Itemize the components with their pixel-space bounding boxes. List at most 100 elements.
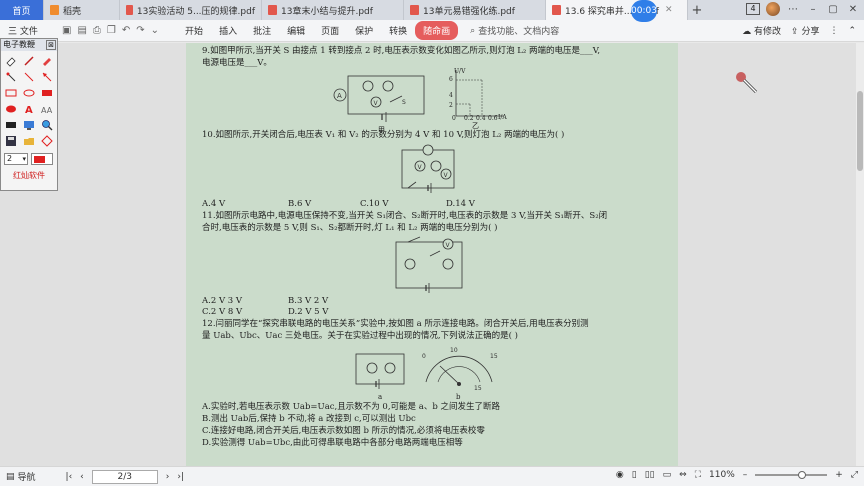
navigation-button[interactable]: ▤ 导航 xyxy=(6,470,36,484)
screen-icon[interactable] xyxy=(20,117,38,133)
line-icon[interactable] xyxy=(20,69,38,85)
save-icon[interactable]: ▤ xyxy=(77,25,86,36)
svg-text:A: A xyxy=(337,92,342,100)
tab-pdf-active[interactable]: 13.6 探究串并...压.pdf ✕ xyxy=(546,0,688,20)
blackboard-icon[interactable] xyxy=(2,117,20,133)
zoom-out-icon[interactable]: – xyxy=(743,470,748,480)
fullscreen-icon[interactable]: ⛶ xyxy=(695,470,701,480)
q11-circuit: V xyxy=(395,236,463,293)
print-icon[interactable]: ⎙ xyxy=(93,25,101,36)
has-changes-button[interactable]: ☁ 有修改 xyxy=(742,24,781,37)
menu-draw[interactable]: 随命画 xyxy=(415,21,459,40)
tab-pdf-3[interactable]: 13单元易错强化练.pdf xyxy=(404,0,546,20)
continuous-icon[interactable]: ▭ xyxy=(663,470,672,480)
zoom-level[interactable]: 110% xyxy=(709,470,735,480)
q12-line1: 12.闫丽同学在“探究串联电路的电压关系”实验中,按如图 a 所示连接电路。闭合… xyxy=(202,319,589,329)
zoom-slider-knob[interactable] xyxy=(798,471,807,479)
new-tab-button[interactable]: + xyxy=(688,0,706,20)
open-folder-icon[interactable] xyxy=(20,133,38,149)
status-bar: ▤ 导航 |‹ ‹ 2/3 › ›| ◉ ▯ ▯▯ ▭ ⇔ ⛶ 110% – +… xyxy=(0,466,864,486)
vertical-scrollbar[interactable] xyxy=(856,43,864,466)
tab-bar: 首页 稻壳 13实验活动 5...压的规律.pdf 13章末小结与提升.pdf … xyxy=(0,0,864,20)
pen-icon[interactable] xyxy=(20,53,38,69)
avatar[interactable] xyxy=(766,2,780,16)
close-window-icon[interactable]: ✕ xyxy=(846,4,860,15)
two-page-icon[interactable]: ▯▯ xyxy=(645,470,655,480)
share-button[interactable]: ⇪ 分享 xyxy=(791,24,819,37)
menu-protect[interactable]: 保护 xyxy=(347,21,381,40)
redo-icon[interactable]: ↷ xyxy=(136,25,144,36)
eye-icon[interactable]: ◉ xyxy=(616,470,624,480)
panel-title: 电子教鞭 xyxy=(3,40,35,49)
search-box[interactable]: ⌕ 查找功能、文档内容 xyxy=(470,24,559,38)
menu-annotate[interactable]: 批注 xyxy=(245,21,279,40)
menu-page[interactable]: 页面 xyxy=(313,21,347,40)
magnifier-icon[interactable] xyxy=(38,117,56,133)
q10-circuit: V V xyxy=(401,144,455,193)
filled-rectangle-icon[interactable] xyxy=(38,85,56,101)
rectangle-icon[interactable] xyxy=(2,85,20,101)
fit-width-icon[interactable]: ⇔ xyxy=(679,470,687,480)
q11-option-c: C.2 V 8 V xyxy=(202,307,243,317)
q12-line2: 量 Uab、Ubc、Uac 三处电压。关于在实验过程中出现的情况,下列说法正确的… xyxy=(202,331,518,341)
q12-option-b: B.测出 Uab后,保持 b 不动,将 a 改接到 c,可以测出 Ubc xyxy=(202,414,416,424)
menu-start[interactable]: 开始 xyxy=(177,21,211,40)
maximize-icon[interactable]: ▢ xyxy=(826,4,840,15)
menu-insert[interactable]: 插入 xyxy=(211,21,245,40)
first-page-icon[interactable]: |‹ xyxy=(66,472,73,482)
more-icon[interactable]: ⋮ xyxy=(829,26,838,36)
menu-dots-icon[interactable]: ⋯ xyxy=(786,4,800,15)
tab-docer[interactable]: 稻壳 xyxy=(44,0,120,20)
zoom-slider[interactable] xyxy=(755,471,828,479)
highlighter-icon[interactable] xyxy=(38,53,56,69)
pointer-tool-panel[interactable]: 电子教鞭 ⊠ A AA 2 红灿软件 xyxy=(0,38,58,191)
next-page-icon[interactable]: › xyxy=(166,472,170,482)
close-icon[interactable]: ✕ xyxy=(665,5,673,15)
prev-page-icon[interactable]: ‹ xyxy=(80,472,84,482)
q12-voltmeter-b: 0 15 10 15 xyxy=(422,347,498,392)
copy-icon[interactable]: ❐ xyxy=(107,25,116,36)
diamond-icon[interactable] xyxy=(38,133,56,149)
main-toolbar: ▣ ▤ ⎙ ❐ ↶ ↷ ⌄ 开始 插入 批注 编辑 页面 保护 转换 随命画 ⌕… xyxy=(0,20,864,42)
last-page-icon[interactable]: ›| xyxy=(177,472,184,482)
line-width-select[interactable]: 2 xyxy=(4,153,28,165)
page-number-input[interactable]: 2/3 xyxy=(91,469,158,484)
pointer-icon[interactable] xyxy=(2,69,20,85)
panel-brand: 红灿软件 xyxy=(13,171,45,180)
filled-ellipse-icon[interactable] xyxy=(2,101,20,117)
panel-titlebar[interactable]: 电子教鞭 ⊠ xyxy=(1,39,57,51)
q12-option-a: A.实验时,若电压表示数 Uab=Uac,且示数不为 0,可能是 a、b 之间发… xyxy=(202,402,500,412)
ellipse-icon[interactable] xyxy=(20,85,38,101)
color-select[interactable] xyxy=(31,153,53,165)
text-aa-icon[interactable]: AA xyxy=(38,101,56,117)
arrow-icon[interactable] xyxy=(38,69,56,85)
panel-close-icon[interactable]: ⊠ xyxy=(46,40,56,50)
menu-convert[interactable]: 转换 xyxy=(381,21,415,40)
collapse-icon[interactable]: ⌃ xyxy=(848,26,856,36)
undo-icon[interactable]: ↶ xyxy=(122,25,130,36)
q10-option-a: A.4 V xyxy=(202,199,226,209)
tab-home[interactable]: 首页 xyxy=(0,0,44,20)
q12-option-c: C.连接好电路,闭合开关后,电压表示数如图 b 所示的情况,必须将电压表校零 xyxy=(202,426,485,436)
fit-page-icon[interactable]: ⤢ xyxy=(851,470,858,480)
folder-icon[interactable]: ▣ xyxy=(62,25,71,36)
status-right: ◉ ▯ ▯▯ ▭ ⇔ ⛶ 110% – + ⤢ xyxy=(616,470,858,480)
chevron-down-icon[interactable]: ⌄ xyxy=(151,25,159,36)
single-page-icon[interactable]: ▯ xyxy=(632,470,637,480)
window-controls: 4 ⋯ – ▢ ✕ xyxy=(746,2,860,16)
zoom-in-icon[interactable]: + xyxy=(835,470,843,480)
pdf-icon xyxy=(552,5,561,15)
scrollbar-thumb[interactable] xyxy=(857,91,863,171)
file-menu[interactable]: 三 文件 xyxy=(8,24,38,37)
tab-pdf-2[interactable]: 13章末小结与提升.pdf xyxy=(262,0,404,20)
q9-axis-x: I/A xyxy=(498,114,507,121)
window-count-badge[interactable]: 4 xyxy=(746,3,760,15)
text-a-icon[interactable]: A xyxy=(20,101,38,117)
navigation-icon: ▤ xyxy=(6,471,15,482)
menu-edit[interactable]: 编辑 xyxy=(279,21,313,40)
save-disk-icon[interactable] xyxy=(2,133,20,149)
svg-text:10: 10 xyxy=(450,347,458,354)
tab-pdf-1[interactable]: 13实验活动 5...压的规律.pdf xyxy=(120,0,262,20)
minimize-icon[interactable]: – xyxy=(806,4,820,15)
eraser-icon[interactable] xyxy=(2,53,20,69)
